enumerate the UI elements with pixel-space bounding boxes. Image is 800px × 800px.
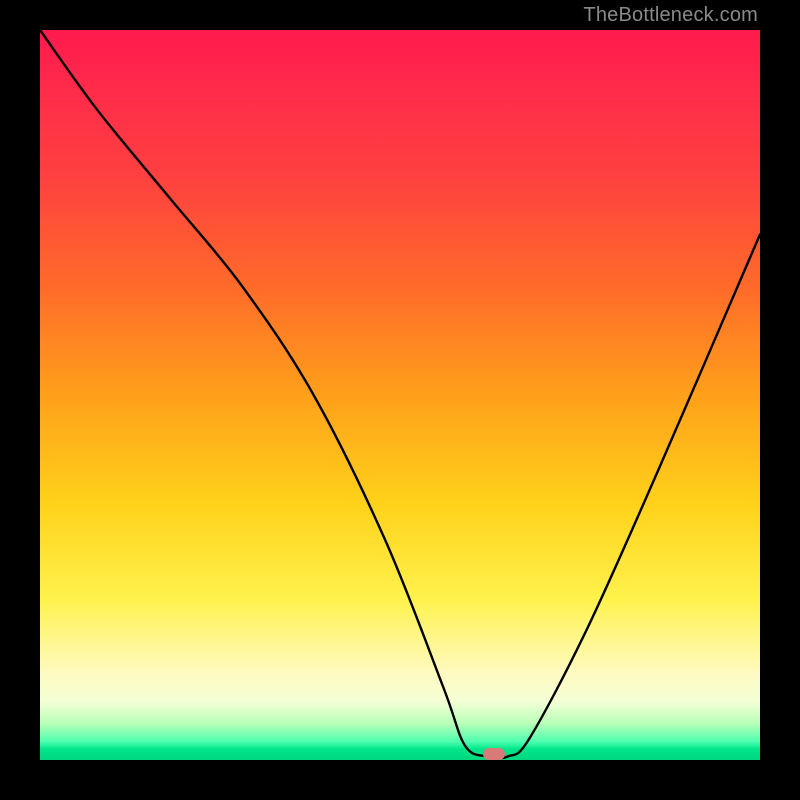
chart-frame: TheBottleneck.com bbox=[0, 0, 800, 800]
plot-area bbox=[40, 30, 760, 760]
curve-svg bbox=[40, 30, 760, 760]
bottleneck-curve-path bbox=[40, 30, 760, 758]
optimal-marker bbox=[483, 748, 505, 760]
watermark-text: TheBottleneck.com bbox=[583, 4, 758, 27]
